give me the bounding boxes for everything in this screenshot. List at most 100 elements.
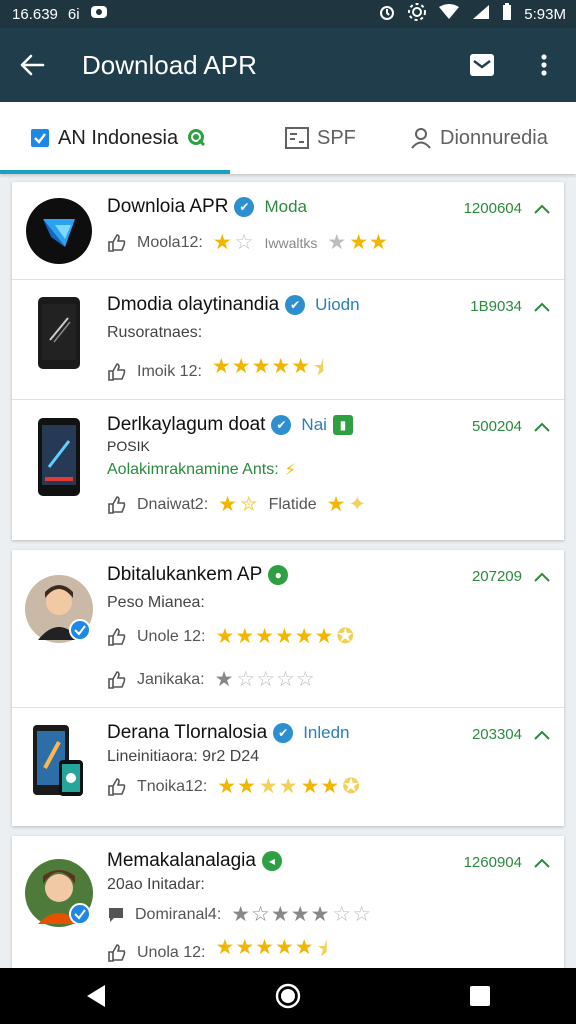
circle-home-icon xyxy=(275,983,301,1009)
verified-icon: ✔ xyxy=(285,295,306,315)
thumbs-up-icon xyxy=(108,495,126,514)
status-left-text: 16.639 xyxy=(12,5,58,23)
item-title: Dmodia olaytinandia xyxy=(107,294,280,315)
signal-icon xyxy=(472,4,490,24)
star-rating-2: ★★★★★ ⯨ xyxy=(215,936,329,961)
item-badge: Inledn xyxy=(303,723,350,742)
more-vert-icon xyxy=(541,54,547,76)
item-meta: 1B9034 xyxy=(470,298,550,315)
chevron-up-icon xyxy=(534,730,550,740)
item-title: Dbitalukankem AP xyxy=(107,564,263,585)
system-nav-bar xyxy=(0,968,576,1024)
nav-recents-button[interactable] xyxy=(460,976,500,1016)
notification-icon xyxy=(90,5,108,23)
item-meta: 1200604 xyxy=(464,200,550,217)
rating-label-2: Janikaka: xyxy=(137,670,205,688)
rating-tail: Flatide xyxy=(268,495,317,513)
list-item[interactable]: Derlkaylagum doat ✔ Nai ▮ POSIK Aolakimr… xyxy=(12,400,564,540)
tab-spf[interactable]: SPF xyxy=(230,102,380,174)
item-meta: 207209 xyxy=(472,568,550,585)
gear-icon xyxy=(408,3,427,25)
item-subtitle: Aolakimraknamine Ants: xyxy=(107,461,279,478)
chevron-up-icon xyxy=(534,422,550,432)
list-item[interactable]: Dmodia olaytinandia ✔ Uiodn Rusoratnaes:… xyxy=(12,280,564,400)
list-item[interactable]: Dbitalukankem AP ● Peso Mianea: Unole 12… xyxy=(12,550,564,708)
search-badge-icon xyxy=(188,129,206,147)
verified-green-icon: ◂ xyxy=(261,851,282,871)
app-thumbnail xyxy=(24,418,94,496)
person-icon xyxy=(411,128,431,149)
item-subtitle: 20ao Initadar: xyxy=(107,876,205,893)
avatar xyxy=(24,858,94,928)
inbox-button[interactable] xyxy=(466,49,498,81)
rating-label: Domiranal4: xyxy=(135,905,222,923)
app-list: Downloia APR ✔ Moda Moola12: ★ ☆ Iwwaltks… xyxy=(12,182,564,986)
tab-label: AN Indonesia xyxy=(58,126,179,149)
star-rating: ★ ☆ xyxy=(212,231,255,254)
tab-label: SPF xyxy=(317,126,356,149)
rating-label: Imoik 12: xyxy=(137,362,202,380)
star-rating-extra: ★ ✦ xyxy=(326,493,368,516)
item-subtitle: Peso Mianea: xyxy=(107,594,205,611)
item-meta: 500204 xyxy=(472,418,550,435)
more-options-button[interactable] xyxy=(528,49,560,81)
star-rating-extra: ★ ★★ xyxy=(327,231,389,254)
app-bar: Download APR xyxy=(0,28,576,102)
rating-label: Tnoika12: xyxy=(137,777,208,795)
star-rating: ★★★★★★✪ xyxy=(215,625,356,648)
tab-bar: AN Indonesia SPF Dionnuredia xyxy=(0,102,576,174)
list-item[interactable]: Memakalanalagia ◂ 20ao Initadar: Domiran… xyxy=(12,836,564,976)
thumbs-up-icon xyxy=(108,777,126,796)
status-bar: 16.639 6i 5:93M xyxy=(0,0,576,28)
chevron-up-icon xyxy=(534,858,550,868)
tab-label: Dionnuredia xyxy=(440,126,548,149)
square-recents-icon xyxy=(470,986,490,1006)
tag-icon: ▮ xyxy=(332,415,353,435)
list-item[interactable]: Downloia APR ✔ Moda Moola12: ★ ☆ Iwwaltks… xyxy=(12,182,564,280)
item-subtitle-top: POSIK xyxy=(107,438,150,454)
comment-icon xyxy=(109,907,123,922)
inbox-icon xyxy=(470,54,494,76)
thumbs-up-icon xyxy=(108,362,126,381)
star-rating: ★☆★★★ ☆☆ xyxy=(231,903,373,926)
back-button[interactable] xyxy=(16,49,48,81)
item-badge: Uiodn xyxy=(315,295,360,314)
item-subtitle: Lineinitiaora: 9r2 D24 xyxy=(107,748,260,765)
item-badge: Moda xyxy=(264,197,307,216)
star-rating: ★★★★★★✪ xyxy=(217,775,361,798)
star-rating-2: ★ ☆☆☆☆ xyxy=(214,668,316,691)
verified-icon: ✔ xyxy=(271,415,292,435)
alarm-icon xyxy=(378,3,396,25)
chevron-up-icon xyxy=(534,204,550,214)
battery-icon xyxy=(502,3,512,25)
tab-indonesia[interactable]: AN Indonesia xyxy=(0,102,230,174)
tab-profile[interactable]: Dionnuredia xyxy=(380,102,576,174)
item-title: Derlkaylagum doat xyxy=(107,414,266,435)
download-count: 203304 xyxy=(471,726,522,743)
document-icon xyxy=(285,127,309,149)
rating-label: Dnaiwat2: xyxy=(137,495,209,513)
page-title: Download APR xyxy=(82,49,257,80)
verified-icon: ✔ xyxy=(273,723,294,743)
rating-label: Unole 12: xyxy=(137,627,206,645)
chevron-up-icon xyxy=(534,302,550,312)
rating-label-2: Unola 12: xyxy=(137,943,206,961)
item-title: Derana Tlornalosia xyxy=(107,722,268,743)
card: Dbitalukankem AP ● Peso Mianea: Unole 12… xyxy=(12,550,564,826)
card: Downloia APR ✔ Moda Moola12: ★ ☆ Iwwaltks… xyxy=(12,182,564,540)
item-meta: 1260904 xyxy=(464,854,550,871)
triangle-back-icon xyxy=(87,985,105,1007)
verified-icon: ✔ xyxy=(234,197,255,217)
nav-home-button[interactable] xyxy=(268,976,308,1016)
card: Memakalanalagia ◂ 20ao Initadar: Domiran… xyxy=(12,836,564,976)
avatar xyxy=(24,574,94,644)
app-thumbnail xyxy=(24,297,94,369)
item-title: Downloia APR xyxy=(107,196,229,217)
app-logo xyxy=(24,196,94,266)
list-item[interactable]: Derana Tlornalosia ✔ Inledn Lineinitiaor… xyxy=(12,708,564,826)
nav-back-button[interactable] xyxy=(76,976,116,1016)
item-title: Memakalanalagia xyxy=(107,850,256,871)
thumbs-up-icon xyxy=(108,670,126,689)
download-count: 1260904 xyxy=(463,854,522,871)
verified-green-icon: ● xyxy=(268,565,289,585)
